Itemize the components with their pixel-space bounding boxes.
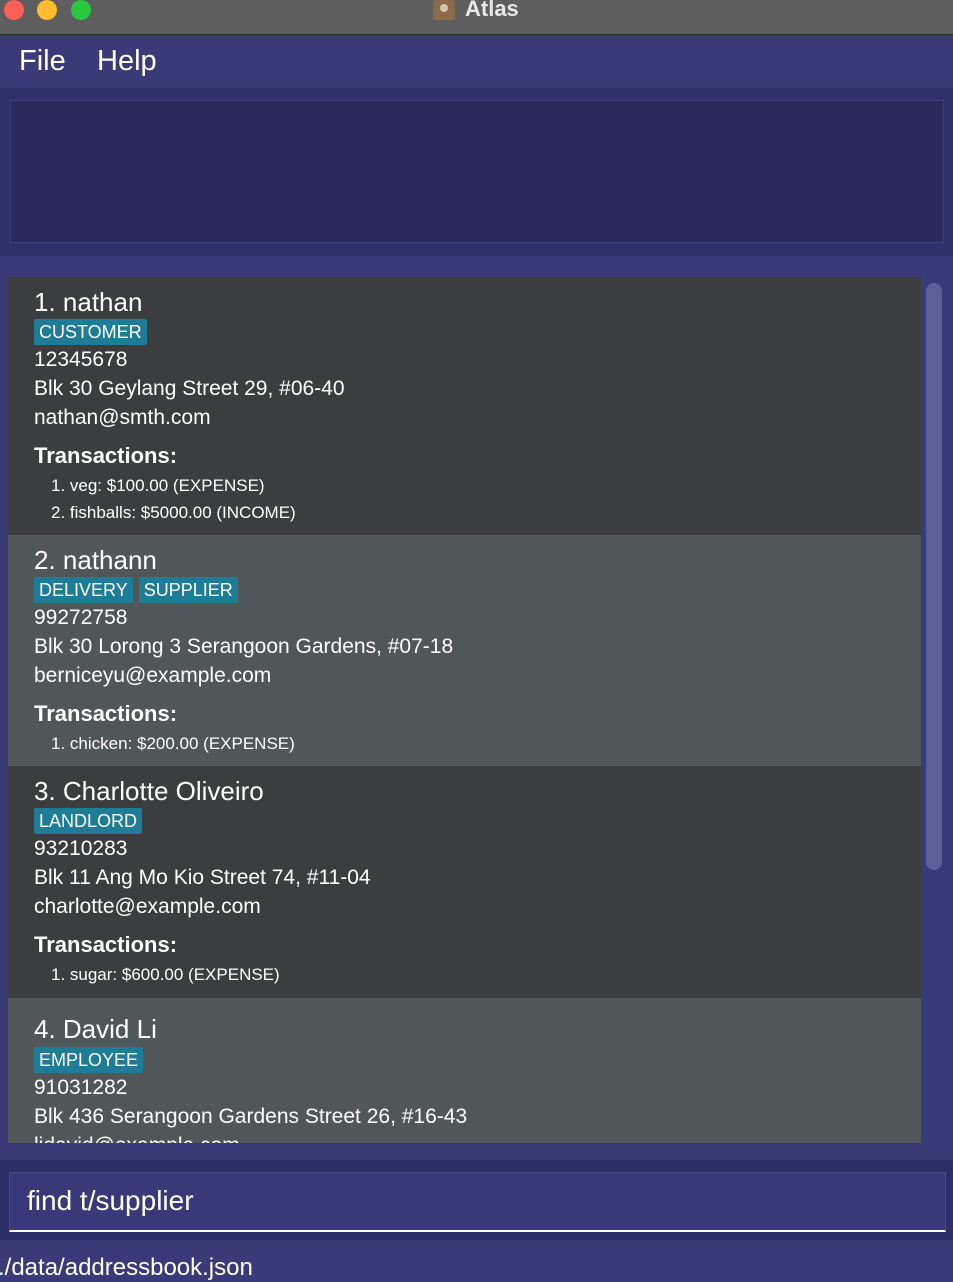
transactions-heading: Transactions: — [34, 932, 178, 957]
tag: EMPLOYEE — [34, 1047, 144, 1073]
tag: DELIVERY — [34, 577, 133, 603]
person-phone: 91031282 — [34, 1076, 128, 1099]
person-name: 1. nathan — [34, 287, 143, 317]
person-name: 4. David Li — [34, 1014, 157, 1044]
menu-bar: File Help — [0, 35, 953, 90]
command-input[interactable] — [27, 1185, 927, 1217]
save-location-path: ./data/addressbook.json — [0, 1254, 253, 1281]
window-title: Atlas — [465, 0, 519, 21]
contacts-book-icon — [433, 0, 455, 20]
tag-list: EMPLOYEE — [34, 1047, 149, 1073]
person-phone: 93210283 — [34, 837, 128, 860]
person-list-pane: 1. nathan CUSTOMER 12345678 Blk 30 Geyla… — [0, 262, 953, 1158]
person-phone: 12345678 — [34, 348, 128, 371]
person-name: 3. Charlotte Oliveiro — [34, 776, 264, 806]
person-name: 2. nathann — [34, 545, 157, 575]
transaction-item: 1. chicken: $200.00 (EXPENSE) — [51, 734, 295, 753]
person-address: Blk 11 Ang Mo Kio Street 74, #11-04 — [34, 866, 371, 889]
command-box[interactable] — [9, 1172, 946, 1232]
person-card[interactable]: 1. nathan CUSTOMER 12345678 Blk 30 Geyla… — [8, 277, 921, 535]
list-scrollbar-thumb[interactable] — [926, 283, 942, 870]
result-display — [10, 100, 944, 243]
title-bar: Atlas — [0, 0, 953, 35]
menu-help[interactable]: Help — [97, 45, 157, 78]
transaction-item: 2. fishballs: $5000.00 (INCOME) — [51, 503, 296, 522]
minimize-window-button[interactable] — [37, 0, 57, 20]
menu-file[interactable]: File — [19, 45, 66, 78]
person-phone: 99272758 — [34, 606, 128, 629]
person-email: nathan@smth.com — [34, 406, 211, 429]
tag: LANDLORD — [34, 808, 143, 834]
transactions-heading: Transactions: — [34, 701, 178, 726]
tag: SUPPLIER — [138, 577, 238, 603]
person-email: charlotte@example.com — [34, 895, 261, 918]
transaction-item: 1. veg: $100.00 (EXPENSE) — [51, 476, 265, 495]
person-address: Blk 30 Lorong 3 Serangoon Gardens, #07-1… — [34, 635, 454, 658]
tag-list: LANDLORD — [34, 808, 148, 834]
person-card[interactable]: 2. nathann DELIVERY SUPPLIER 99272758 Blk… — [8, 535, 921, 766]
person-card[interactable]: 4. David Li EMPLOYEE 91031282 Blk 436 Se… — [8, 998, 921, 1143]
close-window-button[interactable] — [4, 0, 24, 20]
tag: CUSTOMER — [34, 319, 147, 345]
tag-list: CUSTOMER — [34, 319, 153, 345]
maximize-window-button[interactable] — [71, 0, 91, 20]
result-display-pane — [0, 90, 953, 256]
person-email: lidavid@example.com — [34, 1134, 240, 1143]
tag-list: DELIVERY SUPPLIER — [34, 577, 244, 603]
person-list[interactable]: 1. nathan CUSTOMER 12345678 Blk 30 Geyla… — [8, 277, 921, 1143]
transaction-item: 1. sugar: $600.00 (EXPENSE) — [51, 965, 280, 984]
transactions-heading: Transactions: — [34, 443, 178, 468]
person-address: Blk 30 Geylang Street 29, #06-40 — [34, 377, 345, 400]
command-box-pane — [0, 1160, 953, 1240]
status-bar: ./data/addressbook.json — [0, 1244, 953, 1281]
person-card[interactable]: 3. Charlotte Oliveiro LANDLORD 93210283 … — [8, 766, 921, 998]
person-email: berniceyu@example.com — [34, 664, 272, 687]
person-address: Blk 436 Serangoon Gardens Street 26, #16… — [34, 1105, 468, 1128]
